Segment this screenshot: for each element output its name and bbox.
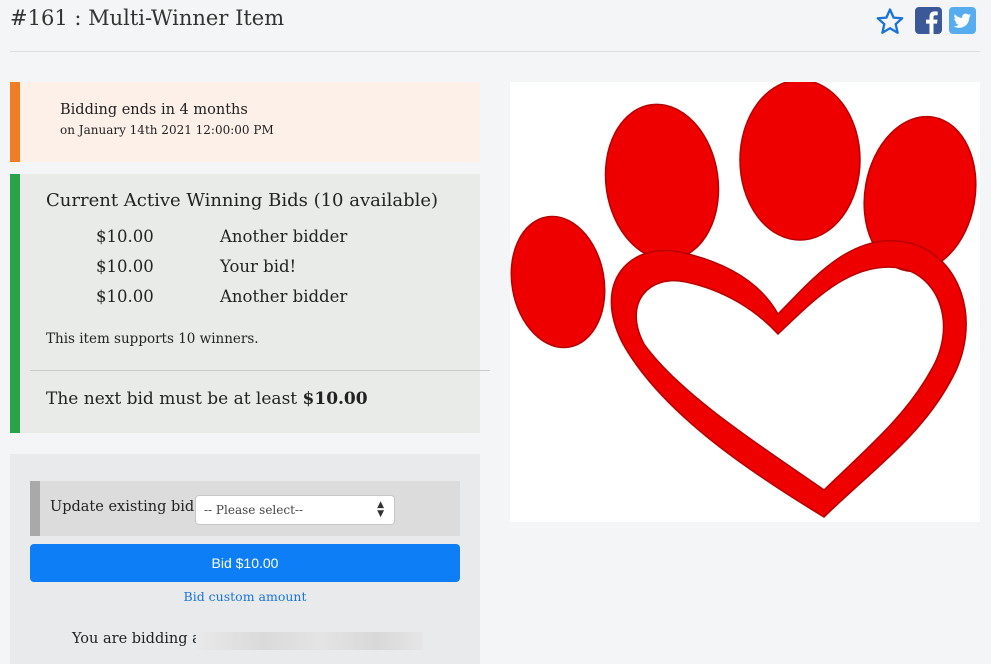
next-bid-amount: $10.00 [302, 389, 368, 409]
facebook-icon[interactable] [915, 7, 943, 35]
winners-note: This item supports 10 winners. [46, 331, 259, 347]
divider [30, 370, 490, 371]
bid-amount: $10.00 [96, 257, 154, 276]
next-bid-label: The next bid must be at least [46, 389, 298, 409]
bid-custom-amount-link[interactable]: Bid custom amount [30, 589, 460, 604]
winning-bids-title: Current Active Winning Bids (10 availabl… [46, 190, 439, 211]
winning-bids-panel: Current Active Winning Bids (10 availabl… [10, 174, 490, 433]
header-divider [10, 51, 980, 52]
bidding-as-label: You are bidding as [72, 631, 209, 647]
bidding-ends-text: Bidding ends in 4 months [60, 102, 248, 118]
bidder-name: Your bid! [220, 257, 297, 276]
bidder-name: Another bidder [220, 227, 348, 246]
update-bid-select[interactable]: -- Please select-- ▲ ▼ [195, 495, 395, 525]
bidding-ends-alert: Bidding ends in 4 months on January 14th… [10, 82, 480, 162]
page-title: #161 : Multi-Winner Item [10, 6, 285, 30]
bid-amount: $10.00 [96, 227, 154, 246]
redacted-username [196, 632, 423, 650]
bidding-ends-date: on January 14th 2021 12:00:00 PM [60, 123, 274, 137]
item-image [510, 79, 980, 522]
bid-form-panel: Update existing bid? -- Please select-- … [10, 454, 480, 664]
select-value: -- Please select-- [204, 503, 304, 517]
next-bid-notice: The next bid must be at least $10.00 [46, 389, 368, 409]
select-arrows-icon: ▲ ▼ [377, 500, 384, 519]
bid-button[interactable]: Bid $10.00 [30, 544, 460, 582]
update-bid-row: Update existing bid? -- Please select-- … [30, 481, 460, 536]
page-header: #161 : Multi-Winner Item [0, 0, 991, 52]
star-icon[interactable] [875, 7, 904, 35]
bid-amount: $10.00 [96, 287, 154, 306]
update-bid-label: Update existing bid? [50, 499, 202, 515]
paw-heart-icon [510, 79, 977, 518]
bidder-name: Another bidder [220, 287, 348, 306]
twitter-icon[interactable] [949, 7, 977, 35]
